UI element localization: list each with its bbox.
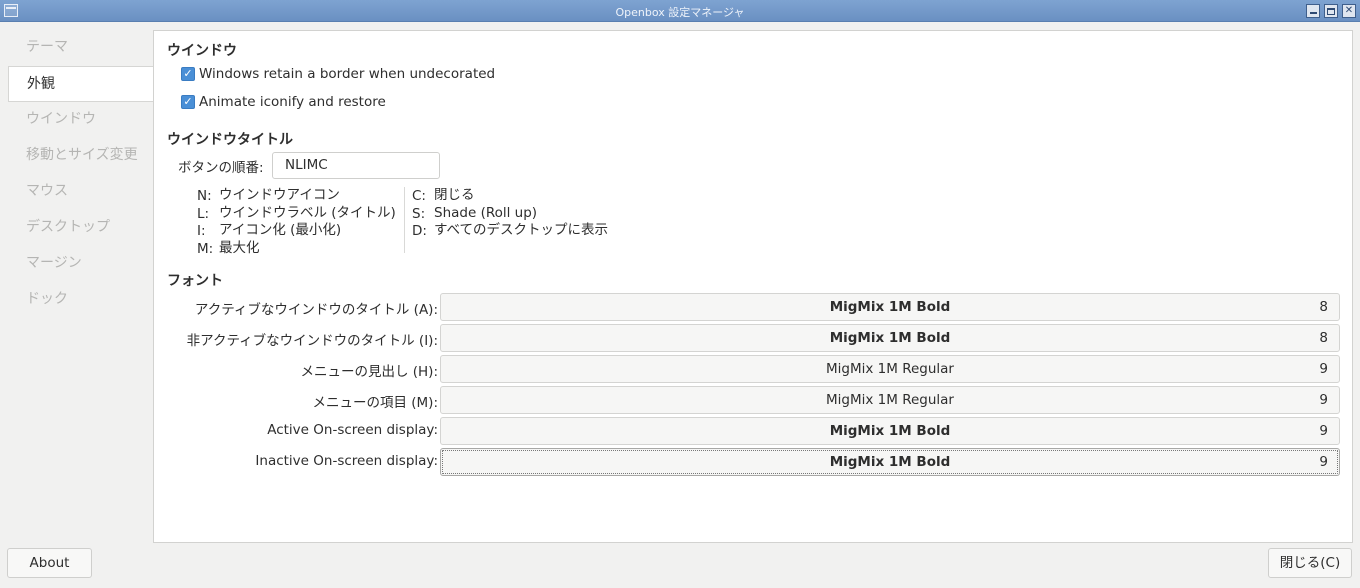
sidebar-item-dock[interactable]: ドック (8, 282, 154, 318)
titlebar-section-title: ウインドウタイトル (167, 132, 293, 148)
legend-row: S: Shade (Roll up) (412, 205, 608, 223)
maximize-icon (1327, 8, 1335, 15)
legend-desc: Shade (Roll up) (434, 204, 538, 221)
legend-desc: アイコン化 (最小化) (219, 222, 342, 238)
font-row-inactive-title: 非アクティブなウインドウのタイトル (I): MigMix 1M Bold 8 (154, 324, 1354, 352)
font-row-label: アクティブなウインドウのタイトル (A): (194, 302, 438, 318)
font-chooser-button[interactable]: MigMix 1M Regular 9 (440, 355, 1340, 383)
font-row-label: Active On-screen display: (267, 422, 438, 438)
legend-divider (404, 187, 405, 253)
button-order-legend-right: C: 閉じる S: Shade (Roll up) D: すべてのデスクトップに表示 (412, 187, 608, 240)
legend-desc: すべてのデスクトップに表示 (434, 222, 609, 238)
legend-key: M: (197, 240, 214, 257)
sidebar-item-windows[interactable]: ウインドウ (8, 102, 154, 138)
sidebar-item-mouse[interactable]: マウス (8, 174, 154, 210)
font-name: MigMix 1M Bold (829, 299, 951, 315)
sidebar-item-margins[interactable]: マージン (8, 246, 154, 282)
sidebar: テーマ 外観 ウインドウ 移動とサイズ変更 マウス デスクトップ マージン ドッ… (8, 30, 154, 542)
sidebar-item-desktops[interactable]: デスクトップ (8, 210, 154, 246)
animate-iconify-option[interactable]: ✓ Animate iconify and restore (181, 93, 386, 111)
font-chooser-button[interactable]: MigMix 1M Bold 8 (440, 293, 1340, 321)
maximize-button[interactable] (1324, 4, 1338, 18)
appearance-panel: ウインドウ ✓ Windows retain a border when und… (153, 30, 1353, 543)
font-chooser-button[interactable]: MigMix 1M Bold 8 (440, 324, 1340, 352)
legend-row: N: ウインドウアイコン (197, 187, 396, 205)
close-icon: ✕ (1344, 5, 1354, 16)
font-size: 9 (1319, 361, 1328, 377)
font-chooser-button[interactable]: MigMix 1M Bold 9 (440, 417, 1340, 445)
checkmark-icon: ✓ (183, 95, 193, 108)
window-section-title: ウインドウ (167, 43, 237, 59)
button-order-label: ボタンの順番: (178, 160, 264, 176)
font-row-active-title: アクティブなウインドウのタイトル (A): MigMix 1M Bold 8 (154, 293, 1354, 321)
legend-key: S: (412, 205, 426, 222)
close-window-button[interactable]: ✕ (1342, 4, 1356, 18)
font-name: MigMix 1M Regular (826, 361, 954, 377)
font-row-active-osd: Active On-screen display: MigMix 1M Bold… (154, 417, 1354, 445)
legend-key: N: (197, 188, 212, 204)
legend-row: L: ウインドウラベル (タイトル) (197, 205, 396, 223)
font-size: 9 (1319, 423, 1328, 439)
font-size: 9 (1319, 392, 1328, 408)
about-button[interactable]: About (7, 548, 92, 578)
font-section-title: フォント (167, 273, 223, 289)
font-row-menu-item: メニューの項目 (M): MigMix 1M Regular 9 (154, 386, 1354, 414)
legend-key: D: (412, 223, 427, 239)
minimize-button[interactable] (1306, 4, 1320, 18)
font-row-label: 非アクティブなウインドウのタイトル (I): (186, 333, 438, 349)
legend-row: I: アイコン化 (最小化) (197, 222, 396, 240)
button-order-legend-left: N: ウインドウアイコン L: ウインドウラベル (タイトル) I: アイコン化 (最… (197, 187, 396, 257)
legend-desc: ウインドウラベル (タイトル) (219, 204, 396, 221)
button-order-input[interactable]: NLIMC (272, 152, 440, 179)
retain-border-label[interactable]: Windows retain a border when undecorated (199, 66, 495, 82)
legend-key: L: (197, 205, 210, 222)
legend-row: C: 閉じる (412, 187, 608, 205)
window-titlebar[interactable]: Openbox 設定マネージャ ✕ (0, 0, 1360, 22)
legend-row: M: 最大化 (197, 240, 396, 258)
font-name: MigMix 1M Regular (826, 392, 954, 408)
font-row-inactive-osd: Inactive On-screen display: MigMix 1M Bo… (154, 448, 1354, 476)
legend-key: C: (412, 188, 426, 204)
legend-row: D: すべてのデスクトップに表示 (412, 222, 608, 240)
font-row-label: メニューの項目 (M): (312, 395, 438, 411)
font-chooser-button[interactable]: MigMix 1M Regular 9 (440, 386, 1340, 414)
legend-key: I: (197, 223, 206, 239)
font-row-menu-header: メニューの見出し (H): MigMix 1M Regular 9 (154, 355, 1354, 383)
sidebar-item-appearance[interactable]: 外観 (8, 66, 154, 102)
font-size: 8 (1319, 299, 1328, 315)
retain-border-option[interactable]: ✓ Windows retain a border when undecorat… (181, 65, 495, 83)
legend-desc: 最大化 (219, 239, 260, 256)
checkmark-icon: ✓ (183, 67, 193, 80)
font-name: MigMix 1M Bold (829, 454, 951, 470)
animate-iconify-checkbox[interactable]: ✓ (181, 95, 195, 109)
font-chooser-button[interactable]: MigMix 1M Bold 9 (440, 448, 1340, 476)
legend-desc: ウインドウアイコン (219, 187, 340, 203)
minimize-icon (1309, 12, 1317, 14)
retain-border-checkbox[interactable]: ✓ (181, 67, 195, 81)
animate-iconify-label[interactable]: Animate iconify and restore (199, 94, 386, 110)
close-button[interactable]: 閉じる(C) (1268, 548, 1352, 578)
font-size: 9 (1319, 454, 1328, 470)
sidebar-item-move-resize[interactable]: 移動とサイズ変更 (8, 138, 154, 174)
font-size: 8 (1319, 330, 1328, 346)
font-row-label: メニューの見出し (H): (300, 364, 438, 380)
sidebar-item-theme[interactable]: テーマ (8, 30, 154, 66)
legend-desc: 閉じる (434, 187, 475, 203)
font-name: MigMix 1M Bold (829, 330, 951, 346)
window-title: Openbox 設定マネージャ (615, 6, 745, 19)
font-name: MigMix 1M Bold (829, 423, 951, 439)
font-row-label: Inactive On-screen display: (255, 453, 438, 469)
